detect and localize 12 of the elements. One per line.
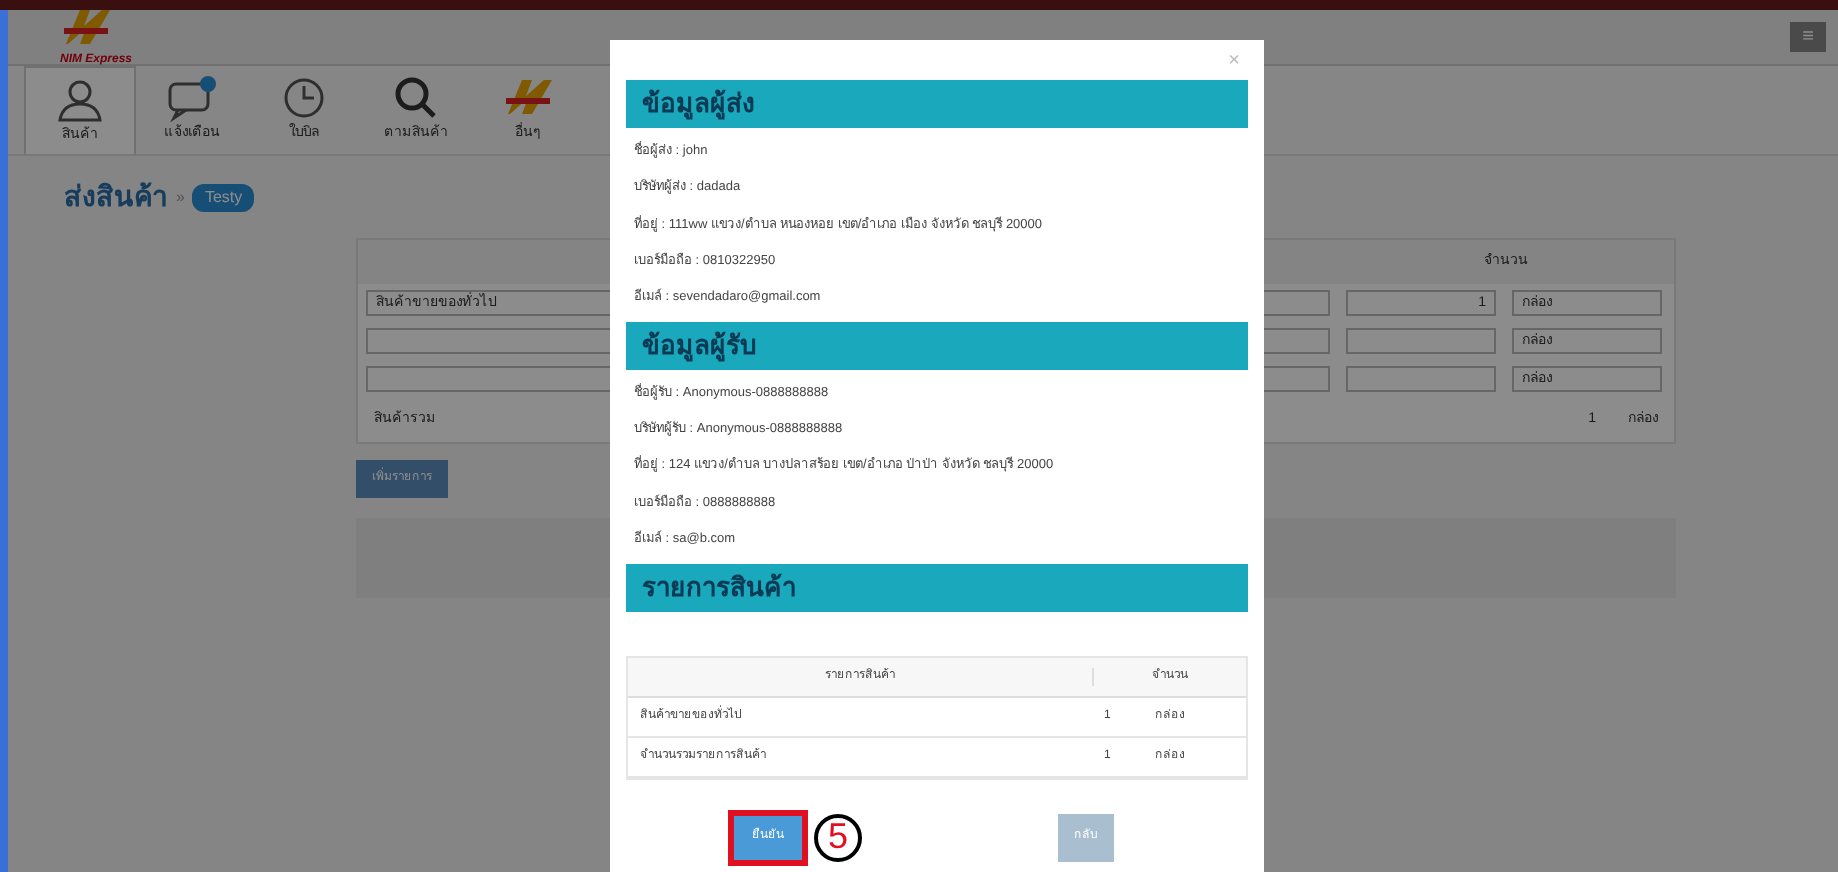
section-header: ข้อมูลผู้รับ — [626, 321, 1248, 370]
menu-button[interactable]: ≡ — [1790, 22, 1826, 52]
breadcrumb-separator: » — [176, 185, 185, 209]
breadcrumb-badge[interactable]: Testy — [192, 183, 255, 211]
section-header: ข้อมูลผู้ส่ง — [626, 80, 1248, 128]
quantity-field[interactable] — [1346, 328, 1496, 354]
quantity-field[interactable] — [1346, 366, 1496, 392]
page-title: ส่งสินค้า — [64, 178, 168, 216]
user-icon — [54, 75, 106, 124]
section-header: รายการสินค้า — [626, 563, 1248, 611]
step-marker: 5 — [814, 813, 862, 861]
chat-icon — [166, 74, 218, 123]
